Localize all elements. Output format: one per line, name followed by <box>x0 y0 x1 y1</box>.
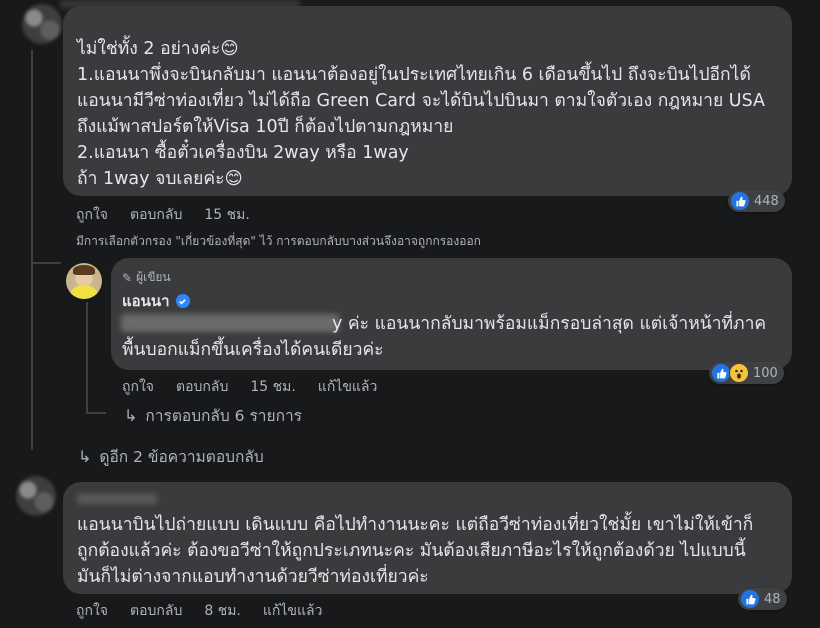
more-replies-link[interactable]: ↳ การตอบกลับ 6 รายการ <box>124 403 302 428</box>
blurred-text <box>121 314 339 332</box>
like-icon <box>730 191 750 211</box>
comment-bubble: แอนนาบินไปถ่ายแบบ เดินแบบ คือไปทำงานนะคะ… <box>63 482 792 594</box>
reaction-count: 100 <box>753 365 778 381</box>
reaction-count: 48 <box>764 591 781 607</box>
comment-line: ถ้า 1way จบเลยค่ะ😊 <box>77 169 243 189</box>
verified-icon <box>175 294 190 308</box>
reply-text: พื้นบอกแม็กขึ้นเครื่องได้คนเดียวค่ะ <box>122 337 384 363</box>
reaction-count: 448 <box>754 193 779 209</box>
badge-label: ผู้เขียน <box>136 270 171 284</box>
author-name[interactable]: แอนนา <box>122 289 170 313</box>
comment-actions: ถูกใจ ตอบกลับ 8 ชม. แก้ไขแล้ว <box>76 600 344 622</box>
comment-line: แอนนามีวีซ่าท่องเที่ยว ไม่ได้ถือ Green C… <box>77 91 765 111</box>
pencil-icon: ✎ <box>122 270 133 285</box>
like-button[interactable]: ถูกใจ <box>122 376 154 398</box>
reaction-summary[interactable]: 448 <box>728 190 785 212</box>
comment-line: มันก็ไม่ต่างจากแอบทำงานด้วยวีซ่าท่องเที่… <box>77 567 429 587</box>
reply-line: y ค่ะ แอนนากลับมาพร้อมแม็กรอบล่าสุด แต่เ… <box>332 314 767 334</box>
like-icon <box>711 363 731 383</box>
reply-actions: ถูกใจ ตอบกลับ 15 ชม. แก้ไขแล้ว <box>122 376 399 398</box>
like-button[interactable]: ถูกใจ <box>76 600 108 622</box>
reply-line: พื้นบอกแม็กขึ้นเครื่องได้คนเดียวค่ะ <box>122 340 384 360</box>
comment-line: 1.แอนนาพึ่งจะบินกลับมา แอนนาต้องอยู่ในปร… <box>77 65 751 85</box>
reply-button[interactable]: ตอบกลับ <box>130 204 182 226</box>
timestamp[interactable]: 15 ชม. <box>250 376 295 398</box>
avatar[interactable] <box>66 263 102 299</box>
timestamp[interactable]: 15 ชม. <box>204 204 249 226</box>
more-replies-label[interactable]: การตอบกลับ 6 รายการ <box>145 403 302 428</box>
reaction-summary[interactable]: 100 <box>709 362 784 384</box>
reply-button[interactable]: ตอบกลับ <box>176 376 228 398</box>
thread-line <box>86 302 88 412</box>
timestamp[interactable]: 8 ชม. <box>204 600 241 622</box>
reply-bubble: ✎ ผู้เขียน แอนนา y ค่ะ แอนนากลับมาพร้อมแ… <box>111 258 792 370</box>
filter-notice: มีการเลือกตัวกรอง "เกี่ยวข้องที่สุด" ไว้… <box>76 234 481 248</box>
comment-line: ถึงแม้พาสปอร์ตให้Visa 10ปี ก็ต้องไปตามกฎ… <box>77 117 454 137</box>
comment-text: แอนนาบินไปถ่ายแบบ เดินแบบ คือไปทำงานนะคะ… <box>77 512 753 590</box>
comment-text: ไม่ใช่ทั้ง 2 อย่างค่ะ😊 1.แอนนาพึ่งจะบินก… <box>77 36 765 192</box>
view-more-replies-link[interactable]: ↳ ดูอีก 2 ข้อความตอบกลับ <box>78 444 264 469</box>
comment-line: 2.แอนนา ซื้อตั๋วเครื่องบิน 2way หรือ 1wa… <box>77 143 409 163</box>
reaction-summary[interactable]: 48 <box>738 588 787 610</box>
avatar[interactable] <box>22 4 62 44</box>
reply-text: y ค่ะ แอนนากลับมาพร้อมแม็กรอบล่าสุด แต่เ… <box>332 311 766 337</box>
thread-connector <box>31 262 61 264</box>
comment-line: ถูกต้องแล้วค่ะ ต้องขอวีซ่าให้ถูกประเภทนะ… <box>77 541 746 561</box>
avatar[interactable] <box>16 476 56 516</box>
like-icon <box>740 589 760 609</box>
reply-arrow-icon: ↳ <box>78 447 92 466</box>
thread-connector <box>86 412 106 414</box>
reply-button[interactable]: ตอบกลับ <box>130 600 182 622</box>
like-button[interactable]: ถูกใจ <box>76 204 108 226</box>
comment-bubble: ไม่ใช่ทั้ง 2 อย่างค่ะ😊 1.แอนนาพึ่งจะบินก… <box>63 6 792 196</box>
author-name-row: แอนนา <box>122 289 190 313</box>
comment-line: แอนนาบินไปถ่ายแบบ เดินแบบ คือไปทำงานนะคะ… <box>77 515 754 535</box>
comment-line: ไม่ใช่ทั้ง 2 อย่างค่ะ😊 <box>77 39 239 59</box>
comment-actions: ถูกใจ ตอบกลับ 15 ชม. <box>76 204 272 226</box>
wow-icon <box>729 363 749 383</box>
view-more-label[interactable]: ดูอีก 2 ข้อความตอบกลับ <box>99 444 263 469</box>
edited-label: แก้ไขแล้ว <box>317 379 378 395</box>
thread-line <box>31 50 33 450</box>
edited-label: แก้ไขแล้ว <box>262 603 323 619</box>
reply-arrow-icon: ↳ <box>124 406 138 425</box>
author-badge: ✎ ผู้เขียน <box>122 268 171 287</box>
blurred-author <box>77 494 157 504</box>
